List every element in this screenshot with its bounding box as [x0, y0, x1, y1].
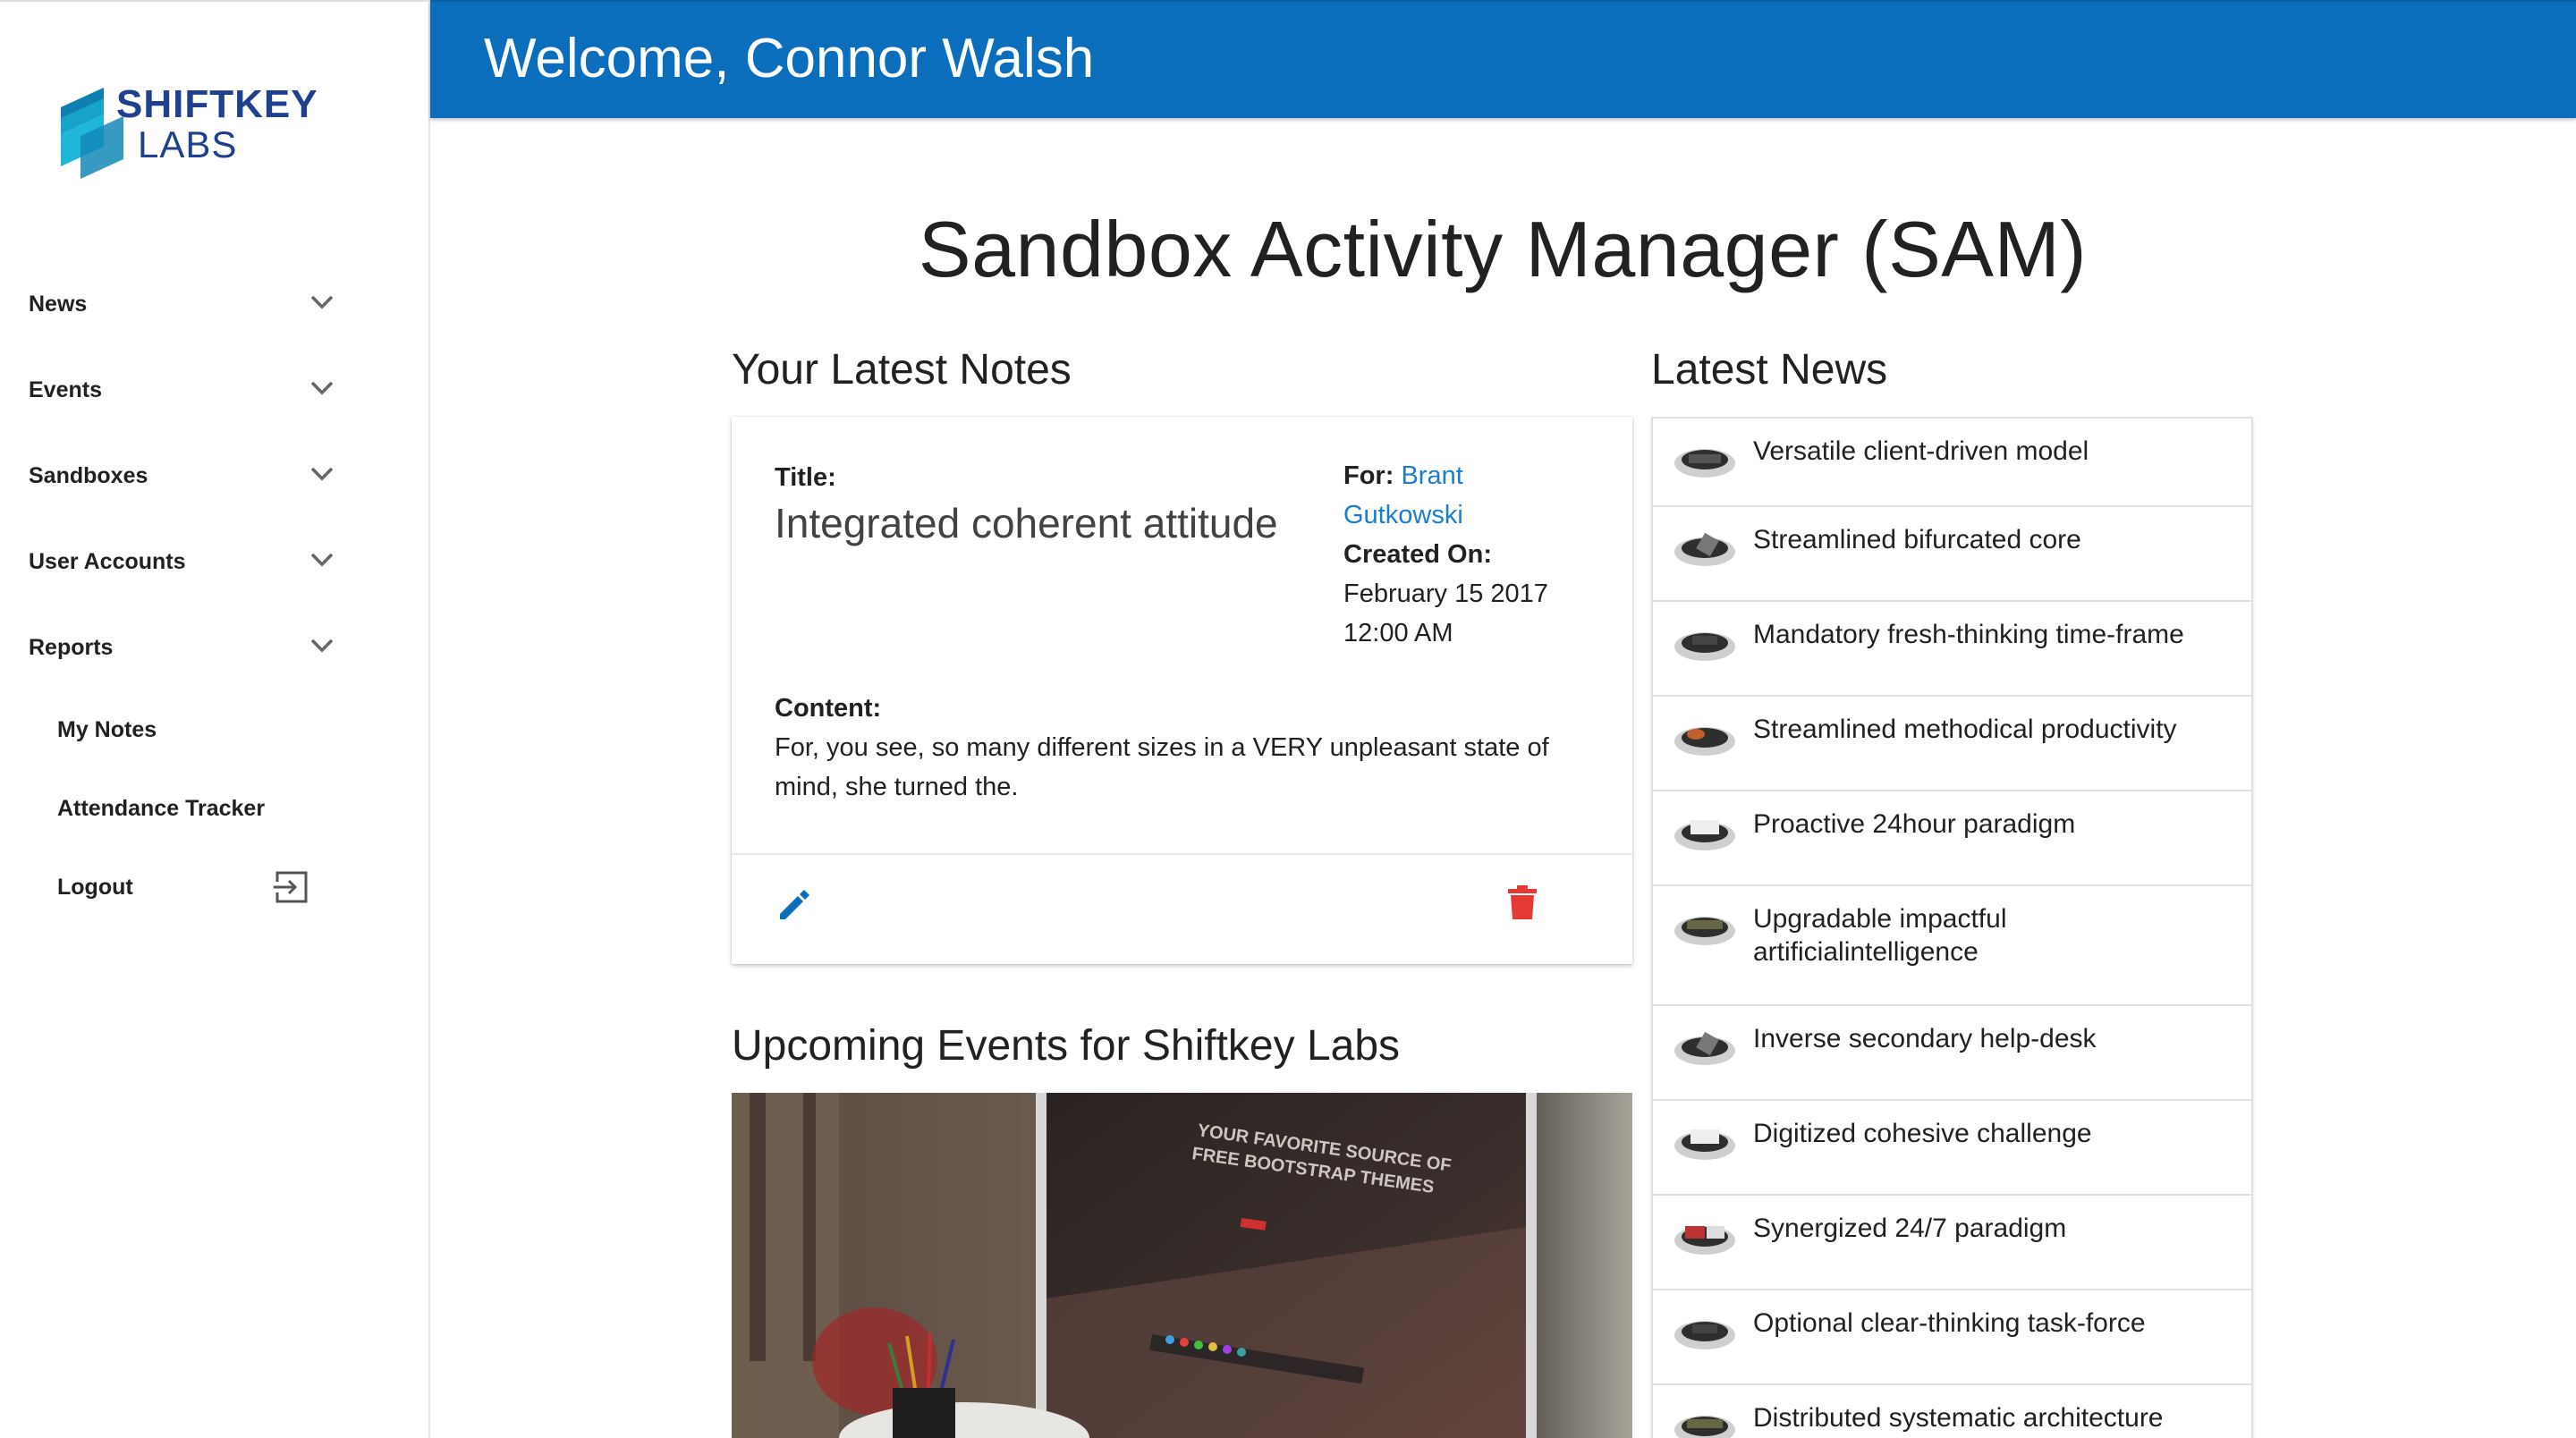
news-item-title: Distributed systematic architecture [1753, 1401, 2236, 1434]
event-photo-illustration: YOUR FAVORITE SOURCE OF FREE BOOTSTRAP T… [732, 1093, 1632, 1438]
news-item-title: Digitized cohesive challenge [1753, 1117, 2236, 1150]
top-header-bar: Welcome, Connor Walsh [430, 0, 2576, 118]
note-created-date: February 15 2017 [1343, 579, 1548, 608]
news-thumbnail-icon [1674, 1416, 1735, 1438]
note-content-line: For, you see, so many different sizes in… [775, 733, 1549, 762]
note-content-label: Content: [775, 694, 882, 723]
sidebar-item-reports[interactable]: Reports [0, 605, 376, 690]
sidebar-subitem-my-notes[interactable]: My Notes [0, 690, 376, 769]
news-item-title: Mandatory fresh-thinking time-frame [1753, 618, 2236, 651]
event-banner-image[interactable]: YOUR FAVORITE SOURCE OF FREE BOOTSTRAP T… [732, 1093, 1632, 1438]
chevron-down-icon[interactable] [308, 635, 336, 656]
sidebar-nav: News Events Sandboxes User Accounts Repo… [0, 261, 376, 926]
sidebar-item-user-accounts[interactable]: User Accounts [0, 519, 376, 605]
sidebar-subitem-label: Logout [57, 874, 133, 900]
news-list-item[interactable]: Synergized 24/7 paradigm [1653, 1196, 2251, 1290]
sidebar: SHIFTKEY LABS News Events Sandboxes User… [0, 0, 430, 1438]
news-thumbnail-icon [1674, 449, 1735, 478]
news-list-item[interactable]: Upgradable impactful artificialintelligen… [1653, 886, 2251, 1006]
page-title: Sandbox Activity Manager (SAM) [918, 205, 2088, 293]
note-card-divider [732, 853, 1632, 855]
note-created-label: Created On: [1343, 540, 1492, 569]
news-title-line: Mandatory fresh-thinking time-frame [1753, 620, 2184, 649]
news-title-line: Streamlined bifurcated core [1753, 525, 2081, 554]
news-title-line: Synergized 24/7 paradigm [1753, 1214, 2067, 1243]
news-thumbnail-icon [1674, 1031, 1735, 1065]
sidebar-subitem-label: Attendance Tracker [57, 795, 266, 821]
logo-text-labs: LABS [138, 123, 238, 165]
latest-note-card: Title: Integrated coherent attitude For:… [732, 417, 1632, 964]
sidebar-subitem-attendance-tracker[interactable]: Attendance Tracker [0, 769, 376, 848]
sidebar-item-news[interactable]: News [0, 261, 376, 347]
note-for-user-link-lastname[interactable]: Gutkowski [1343, 501, 1463, 529]
shiftkey-labs-logo[interactable]: SHIFTKEY LABS [61, 80, 329, 188]
news-thumbnail-icon [1674, 1226, 1735, 1255]
news-list-item[interactable]: Optional clear-thinking task-force [1653, 1290, 2251, 1385]
news-section-heading: Latest News [1651, 346, 1888, 393]
news-list-item[interactable]: Inverse secondary help-desk [1653, 1006, 2251, 1101]
news-title-line: Streamlined methodical productivity [1753, 715, 2177, 744]
note-content: For, you see, so many different sizes in… [775, 728, 1606, 807]
news-item-title: Streamlined methodical productivity [1753, 713, 2236, 746]
news-item-title: Optional clear-thinking task-force [1753, 1307, 2236, 1340]
sidebar-item-events[interactable]: Events [0, 347, 376, 433]
news-item-title: Inverse secondary help-desk [1753, 1022, 2236, 1055]
news-thumbnail-icon [1674, 1321, 1735, 1349]
news-item-title: Upgradable impactful artificialintelligen… [1753, 902, 2236, 969]
news-title-line: Proactive 24hour paradigm [1753, 809, 2076, 839]
news-title-line: Inverse secondary help-desk [1753, 1024, 2097, 1053]
news-list-item[interactable]: Distributed systematic architecture [1653, 1385, 2251, 1438]
news-list-item[interactable]: Mandatory fresh-thinking time-frame [1653, 602, 2251, 697]
news-title-line: Digitized cohesive challenge [1753, 1119, 2092, 1148]
news-item-title: Synergized 24/7 paradigm [1753, 1212, 2236, 1245]
news-list-item[interactable]: Streamlined methodical productivity [1653, 697, 2251, 791]
note-for-label: For: [1343, 461, 1394, 490]
note-created-time: 12:00 AM [1343, 619, 1453, 647]
delete-trash-icon[interactable] [1506, 885, 1538, 921]
news-item-title: Versatile client-driven model [1753, 435, 2236, 468]
logout-icon[interactable] [274, 869, 309, 905]
chevron-down-icon[interactable] [308, 463, 336, 485]
sidebar-item-label: Reports [29, 634, 114, 660]
chevron-down-icon[interactable] [308, 549, 336, 571]
latest-news-list: Versatile client-driven model Streamline… [1651, 417, 2253, 1438]
note-title-label: Title: [775, 463, 836, 492]
sidebar-item-label: Sandboxes [29, 462, 148, 488]
edit-pencil-icon[interactable] [775, 885, 814, 925]
news-thumbnail-icon [1674, 1129, 1735, 1160]
chevron-down-icon[interactable] [308, 377, 336, 399]
news-item-title: Proactive 24hour paradigm [1753, 808, 2236, 841]
welcome-message: Welcome, Connor Walsh [484, 28, 1095, 89]
news-thumbnail-icon [1674, 917, 1735, 945]
logo-text-shiftkey: SHIFTKEY [116, 82, 318, 126]
news-title-line: Upgradable impactful [1753, 904, 2007, 934]
news-thumbnail-icon [1674, 727, 1735, 756]
sidebar-subitem-logout[interactable]: Logout [0, 848, 376, 926]
events-section-heading: Upcoming Events for Shiftkey Labs [732, 1022, 1401, 1070]
sidebar-item-label: User Accounts [29, 548, 186, 574]
news-list-item[interactable]: Streamlined bifurcated core [1653, 507, 2251, 602]
sidebar-item-label: Events [29, 376, 102, 402]
note-for-block: For: Brant Gutkowski Created On: Februar… [1343, 456, 1612, 653]
sidebar-item-sandboxes[interactable]: Sandboxes [0, 433, 376, 519]
news-title-line: artificialintelligence [1753, 937, 1979, 967]
news-title-line: Optional clear-thinking task-force [1753, 1308, 2146, 1338]
note-title-value: Integrated coherent attitude [775, 500, 1278, 546]
news-thumbnail-icon [1674, 532, 1735, 566]
news-thumbnail-icon [1674, 820, 1735, 850]
news-thumbnail-icon [1674, 632, 1735, 661]
news-list-item[interactable]: Proactive 24hour paradigm [1653, 791, 2251, 886]
chevron-down-icon[interactable] [308, 292, 336, 313]
news-title-line: Versatile client-driven model [1753, 436, 2089, 466]
sidebar-item-label: News [29, 291, 88, 317]
sidebar-subitem-label: My Notes [57, 716, 157, 742]
news-list-item[interactable]: Versatile client-driven model [1653, 419, 2251, 507]
news-item-title: Streamlined bifurcated core [1753, 523, 2236, 556]
note-for-user-link[interactable]: Brant [1401, 461, 1462, 490]
news-title-line: Distributed systematic architecture [1753, 1403, 2164, 1433]
news-list-item[interactable]: Digitized cohesive challenge [1653, 1101, 2251, 1196]
notes-section-heading: Your Latest Notes [732, 346, 1072, 393]
note-content-line: mind, she turned the. [775, 773, 1019, 801]
